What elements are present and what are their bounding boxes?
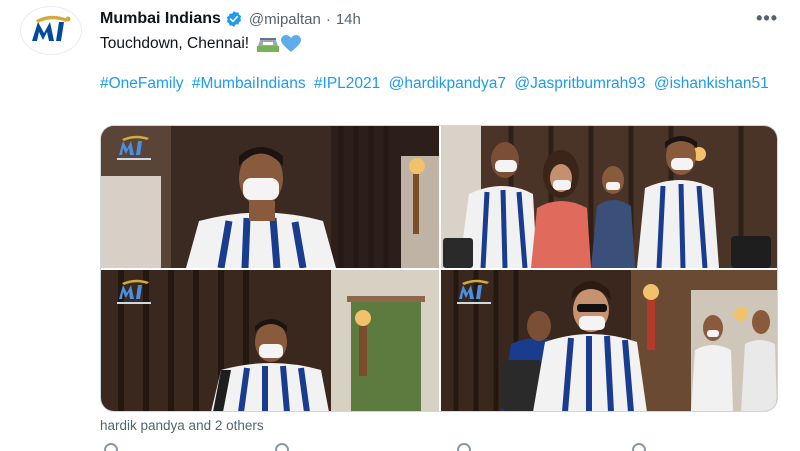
hashtag-link[interactable]: #IPL2021: [314, 75, 380, 92]
tweet-timestamp[interactable]: 14h: [336, 11, 361, 28]
tagged-users-link[interactable]: hardik pandya and 2 others: [100, 418, 264, 433]
mi-logo-icon: [457, 279, 491, 304]
media-grid: [100, 125, 778, 412]
reply-icon[interactable]: [104, 443, 118, 451]
tweet-body: Touchdown, Chennai!: [100, 35, 250, 52]
stadium-emoji-icon: [257, 38, 280, 52]
mention-link[interactable]: @ishankishan51: [654, 75, 769, 92]
verified-badge-icon: [226, 11, 242, 27]
more-options-icon[interactable]: •••: [756, 8, 778, 29]
mi-logo-icon: [32, 15, 71, 41]
mi-logo-icon: [117, 279, 151, 304]
blue-heart-emoji-icon: [281, 35, 302, 52]
author-handle[interactable]: @mipaltan: [249, 11, 321, 28]
photo-scene: [441, 126, 777, 268]
hashtag-link[interactable]: #OneFamily: [100, 75, 184, 92]
tweet-header: Mumbai Indians @mipaltan · 14h: [100, 9, 361, 29]
mention-link[interactable]: @hardikpandya7: [389, 75, 506, 92]
photo-2[interactable]: [441, 126, 777, 268]
tweet-text: Touchdown, Chennai!: [100, 33, 302, 55]
photo-4[interactable]: [441, 270, 777, 411]
author-name[interactable]: Mumbai Indians: [100, 10, 221, 28]
hashtag-link[interactable]: #MumbaiIndians: [192, 75, 306, 92]
action-bar: [100, 443, 700, 451]
separator-dot: ·: [325, 10, 331, 28]
hashtags-line: #OneFamily #MumbaiIndians #IPL2021 @hard…: [100, 72, 790, 95]
retweet-icon[interactable]: [275, 443, 289, 451]
photo-3[interactable]: [101, 270, 439, 411]
share-icon[interactable]: [632, 443, 646, 451]
photo-1[interactable]: [101, 126, 439, 268]
mi-logo-icon: [117, 135, 151, 160]
mention-link[interactable]: @Jaspritbumrah93: [514, 75, 645, 92]
like-icon[interactable]: [457, 443, 471, 451]
avatar[interactable]: [20, 6, 82, 55]
